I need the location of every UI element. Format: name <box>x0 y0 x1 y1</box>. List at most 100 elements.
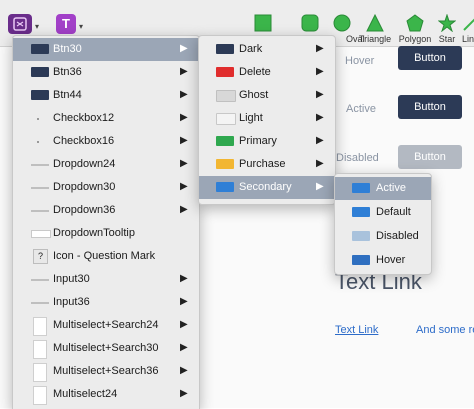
delete-swatch-icon <box>216 67 234 77</box>
line-icon <box>31 302 49 304</box>
secondary-submenu: Active Default Disabled Hover <box>334 173 432 275</box>
menu-item-label: Checkbox16 <box>53 135 115 147</box>
menu-item-purchase[interactable]: Purchase ▶ <box>199 153 335 176</box>
btn-icon <box>31 90 49 100</box>
chevron-right-icon: ▶ <box>180 388 188 399</box>
menu-item-ghost[interactable]: Ghost ▶ <box>199 84 335 107</box>
menu-item-btn44[interactable]: Btn44 ▶ <box>13 84 199 107</box>
menu-item-label: Btn44 <box>53 89 82 101</box>
menu-item-disabled[interactable]: Disabled <box>335 225 431 248</box>
menu-item-label: Dropdown30 <box>53 181 116 193</box>
disabled-swatch-icon <box>352 231 370 241</box>
btn-icon <box>31 67 49 77</box>
menu-item-label: Multiselect+Search30 <box>53 342 159 354</box>
menu-item-dropdown36[interactable]: Dropdown36 ▶ <box>13 199 199 222</box>
menu-item-label: Ghost <box>239 89 269 101</box>
menu-item-label: Delete <box>239 66 271 78</box>
menu-item-label: Dropdown24 <box>53 158 116 170</box>
chevron-down-icon: ▾ <box>79 22 84 31</box>
chevron-right-icon: ▶ <box>180 112 188 123</box>
menu-item-label: Disabled <box>376 230 419 242</box>
rounded-rectangle-icon <box>301 14 319 32</box>
rounded-tool[interactable] <box>294 4 326 34</box>
demo-button-active[interactable]: Button <box>398 95 462 119</box>
demo-button-hover[interactable]: Button <box>398 46 462 70</box>
line-icon <box>31 210 49 212</box>
chevron-right-icon: ▶ <box>180 342 188 353</box>
menu-item-label: Multiselect24 <box>53 388 118 400</box>
menu-item-multiselect24[interactable]: Multiselect24 ▶ <box>13 383 199 406</box>
primary-swatch-icon <box>216 136 234 146</box>
star-label: Star <box>438 34 456 44</box>
menu-item-label: Btn30 <box>53 43 82 55</box>
menu-item-label: Dropdown36 <box>53 204 116 216</box>
menu-item-label: Light <box>239 112 263 124</box>
triangle-icon <box>366 13 384 32</box>
menu-item-checkbox12[interactable]: Checkbox12 ▶ <box>13 107 199 130</box>
chevron-right-icon: ▶ <box>180 89 188 100</box>
rectangle-icon <box>254 14 272 32</box>
menu-item-dark[interactable]: Dark ▶ <box>199 38 335 61</box>
chevron-right-icon: ▶ <box>180 135 188 146</box>
menu-item-checkbox16[interactable]: Checkbox16 ▶ <box>13 130 199 153</box>
default-swatch-icon <box>352 207 370 217</box>
rectangle-tool[interactable] <box>247 4 279 34</box>
menu-item-multiselect-search24[interactable]: Multiselect+Search24 ▶ <box>13 314 199 337</box>
dark-swatch-icon <box>216 44 234 54</box>
btn30-submenu: Dark ▶ Delete ▶ Ghost ▶ Light ▶ Primary … <box>198 35 336 205</box>
menu-item-multiselect-search36[interactable]: Multiselect+Search36 ▶ <box>13 360 199 383</box>
line-label: Line <box>462 34 474 44</box>
menu-item-label: Btn36 <box>53 66 82 78</box>
menu-item-label: Hover <box>376 254 406 266</box>
small-text-link[interactable]: Text Link <box>335 324 378 336</box>
menu-item-dropdowntooltip[interactable]: DropdownTooltip <box>13 222 199 245</box>
component-menu: Btn30 ▶ Btn36 ▶ Btn44 ▶ Checkbox12 ▶ Che… <box>12 35 200 409</box>
menu-item-label: Purchase <box>239 158 286 170</box>
menu-item-label: Checkbox12 <box>53 112 115 124</box>
menu-item-light[interactable]: Light ▶ <box>199 107 335 130</box>
page-icon <box>33 386 47 405</box>
chevron-right-icon: ▶ <box>180 158 188 169</box>
menu-item-active[interactable]: Active <box>335 177 431 200</box>
text-icon: T <box>56 14 76 34</box>
btn-icon <box>31 44 49 54</box>
demo-button-disabled[interactable]: Button <box>398 145 462 169</box>
menu-item-input36[interactable]: Input36 ▶ <box>13 291 199 314</box>
menu-item-multiselect-search30[interactable]: Multiselect+Search30 ▶ <box>13 337 199 360</box>
ghost-swatch-icon <box>216 90 236 102</box>
menu-item-dropdown24[interactable]: Dropdown24 ▶ <box>13 153 199 176</box>
menu-item-btn36[interactable]: Btn36 ▶ <box>13 61 199 84</box>
triangle-label: Triangle <box>358 34 392 44</box>
menu-item-btn30[interactable]: Btn30 ▶ <box>13 38 199 61</box>
menu-item-delete[interactable]: Delete ▶ <box>199 61 335 84</box>
menu-item-dropdown30[interactable]: Dropdown30 ▶ <box>13 176 199 199</box>
chevron-right-icon: ▶ <box>316 158 324 169</box>
input-icon <box>31 230 51 238</box>
menu-item-default[interactable]: Default <box>335 201 431 224</box>
chevron-right-icon: ▶ <box>316 112 324 123</box>
chevron-right-icon: ▶ <box>316 135 324 146</box>
chevron-right-icon: ▶ <box>180 365 188 376</box>
chevron-right-icon: ▶ <box>180 181 188 192</box>
polygon-label: Polygon <box>398 34 432 44</box>
menu-item-label: Input30 <box>53 273 90 285</box>
trailing-text: And some re <box>416 324 474 336</box>
question-icon: ? <box>33 249 48 264</box>
line-tool[interactable]: Line <box>462 4 474 44</box>
menu-item-hover[interactable]: Hover <box>335 249 431 272</box>
menu-item-label: Input36 <box>53 296 90 308</box>
triangle-tool[interactable]: Triangle <box>356 4 394 44</box>
menu-item-icon-question-mark[interactable]: ? Icon - Question Mark <box>13 245 199 268</box>
menu-item-input30[interactable]: Input30 ▶ <box>13 268 199 291</box>
dot-icon <box>37 118 39 120</box>
menu-item-label: Icon - Question Mark <box>53 250 156 262</box>
active-swatch-icon <box>352 183 370 193</box>
light-swatch-icon <box>216 113 236 125</box>
menu-item-secondary[interactable]: Secondary ▶ <box>199 176 335 199</box>
oval-icon <box>333 14 351 32</box>
page-icon <box>33 340 47 359</box>
polygon-tool[interactable]: Polygon <box>396 4 434 44</box>
menu-item-primary[interactable]: Primary ▶ <box>199 130 335 153</box>
chevron-right-icon: ▶ <box>180 319 188 330</box>
star-tool[interactable]: Star <box>436 4 458 44</box>
